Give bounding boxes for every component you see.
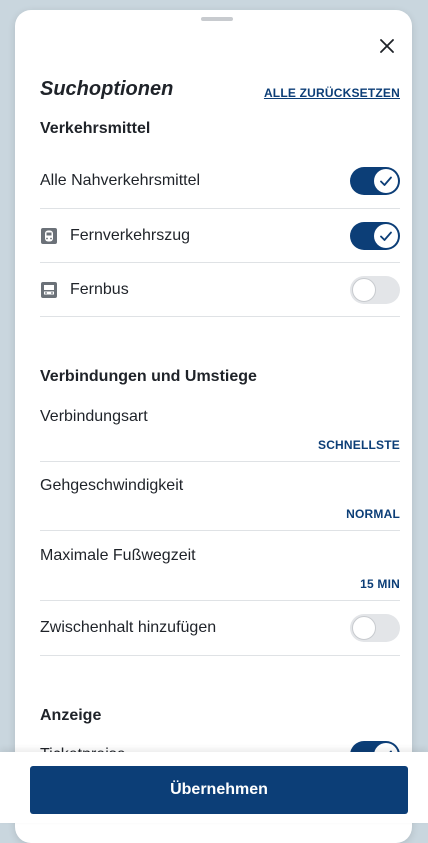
section-heading-transport: Verkehrsmittel bbox=[40, 120, 151, 137]
section-heading-connections: Verbindungen und Umstiege bbox=[40, 368, 257, 385]
setting-label: Fernbus bbox=[70, 281, 129, 298]
checkmark-icon bbox=[380, 176, 392, 186]
toggle-knob bbox=[352, 616, 376, 640]
setting-row-long-distance-bus: Fernbus bbox=[40, 263, 400, 317]
search-options-sheet: Suchoptionen ALLE ZURÜCKSETZEN Verkehrsm… bbox=[15, 10, 412, 843]
toggle-long-distance-train[interactable] bbox=[350, 222, 400, 250]
setting-value[interactable]: NORMAL bbox=[346, 507, 400, 521]
setting-label: Gehgeschwindigkeit bbox=[40, 477, 184, 494]
divider bbox=[40, 316, 400, 317]
setting-value[interactable]: 15 MIN bbox=[360, 577, 400, 591]
reset-all-link[interactable]: ALLE ZURÜCKSETZEN bbox=[264, 86, 400, 100]
divider bbox=[40, 530, 400, 531]
toggle-knob bbox=[374, 224, 398, 248]
footer-bar: Übernehmen bbox=[0, 752, 428, 823]
checkmark-icon bbox=[380, 231, 392, 241]
divider bbox=[40, 461, 400, 462]
setting-row-all-local: Alle Nahverkehrsmittel bbox=[40, 154, 400, 208]
setting-row-add-stopover: Zwischenhalt hinzufügen bbox=[40, 601, 400, 655]
toggle-knob bbox=[374, 169, 398, 193]
close-button[interactable] bbox=[375, 34, 399, 58]
bus-icon bbox=[40, 281, 58, 299]
apply-button[interactable]: Übernehmen bbox=[30, 766, 408, 814]
setting-label: Fernverkehrszug bbox=[70, 227, 191, 244]
setting-label: Verbindungsart bbox=[40, 408, 148, 425]
divider bbox=[40, 655, 400, 656]
setting-label: Alle Nahverkehrsmittel bbox=[40, 172, 201, 189]
setting-label: Maximale Fußwegzeit bbox=[40, 547, 196, 564]
setting-label: Zwischenhalt hinzufügen bbox=[40, 619, 217, 636]
train-icon bbox=[40, 227, 58, 245]
toggle-all-local[interactable] bbox=[350, 167, 400, 195]
toggle-add-stopover[interactable] bbox=[350, 614, 400, 642]
drag-handle[interactable] bbox=[201, 17, 233, 21]
setting-connection-type[interactable]: Verbindungsart SCHNELLSTE bbox=[40, 408, 400, 476]
toggle-long-distance-bus[interactable] bbox=[350, 276, 400, 304]
setting-value[interactable]: SCHNELLSTE bbox=[318, 438, 400, 452]
toggle-knob bbox=[352, 278, 376, 302]
close-icon bbox=[380, 39, 394, 53]
setting-row-long-distance-train: Fernverkehrszug bbox=[40, 209, 400, 263]
page-title: Suchoptionen bbox=[40, 78, 174, 100]
setting-walking-speed[interactable]: Gehgeschwindigkeit NORMAL bbox=[40, 477, 400, 545]
section-heading-display: Anzeige bbox=[40, 707, 102, 724]
